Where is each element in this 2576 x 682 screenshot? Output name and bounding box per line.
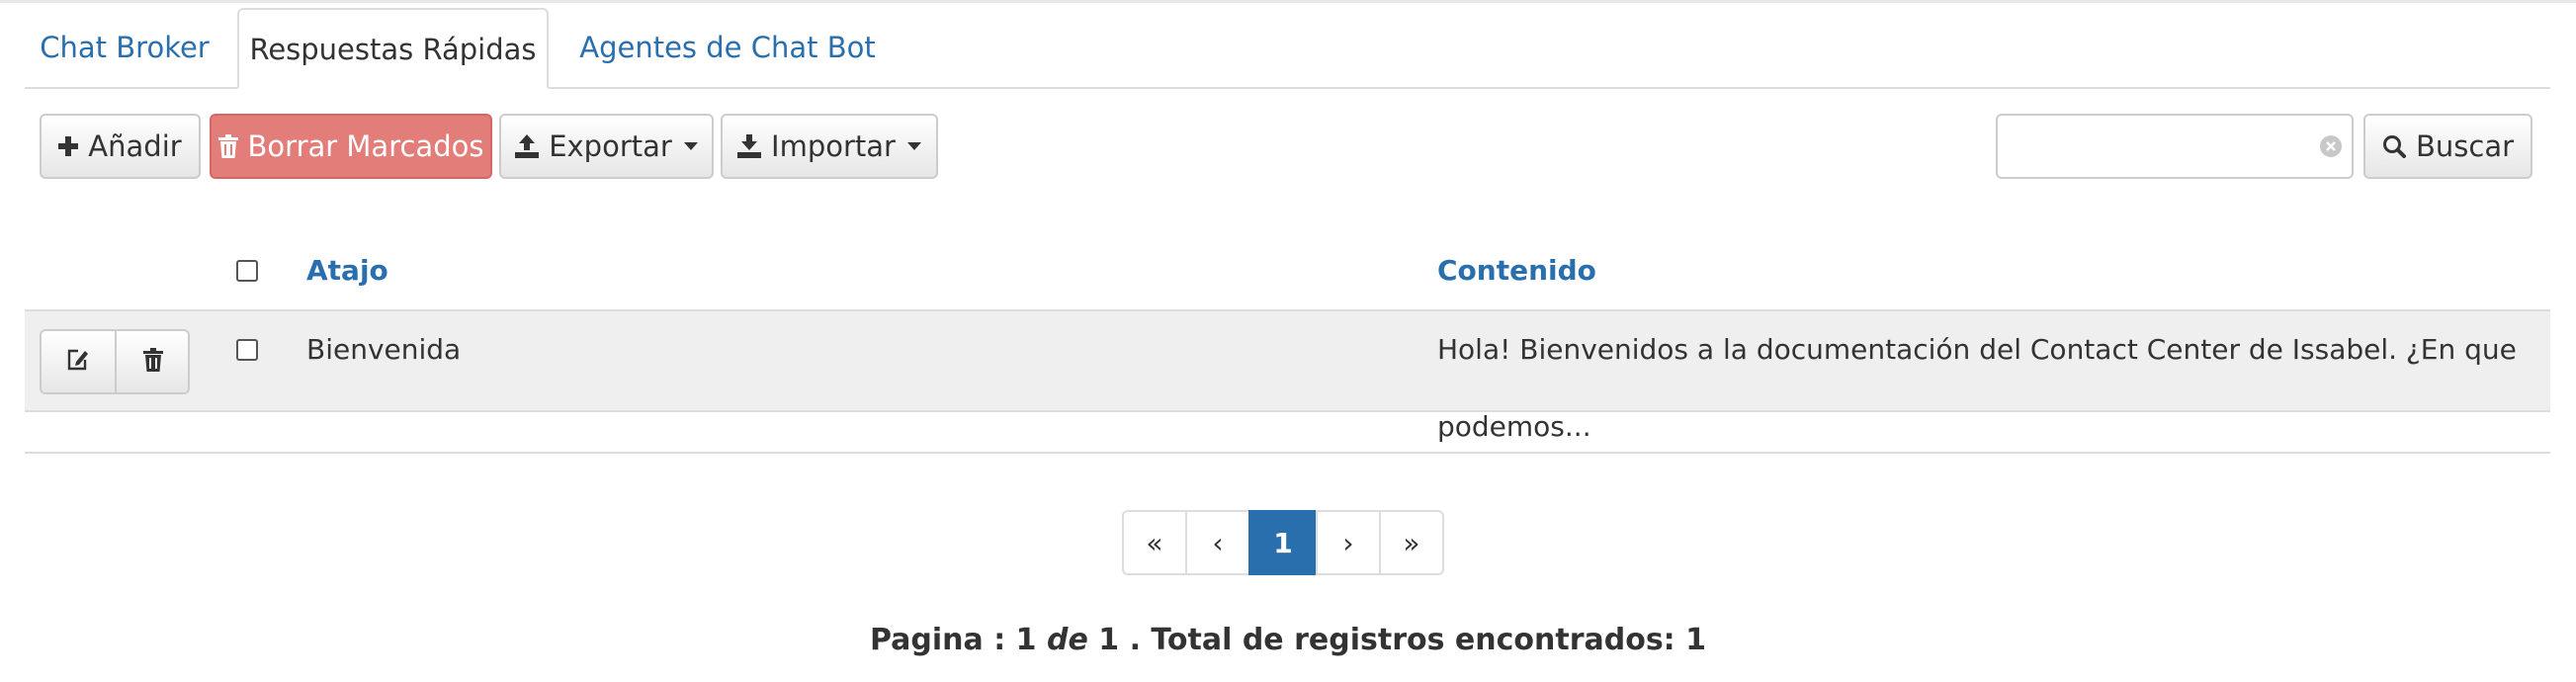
cell-contenido: Hola! Bienvenidos a la documentación del… (1437, 333, 2517, 443)
tab-respuestas-rapidas[interactable]: Respuestas Rápidas (237, 8, 549, 89)
table-header: Atajo Contenido (25, 232, 2550, 312)
trash-icon (143, 348, 163, 376)
row-actions (40, 329, 190, 394)
upload-icon (515, 134, 540, 158)
delete-button-label: Borrar Marcados (247, 129, 484, 163)
tab-chat-broker[interactable]: Chat Broker (25, 8, 224, 87)
import-button-label: Importar (771, 129, 896, 163)
search-box (1996, 114, 2354, 179)
next-page-button[interactable]: › (1316, 510, 1381, 575)
delete-row-button[interactable] (117, 331, 190, 392)
search-button[interactable]: Buscar (2363, 114, 2533, 179)
table-row: Bienvenida Hola! Bienvenidos a la docume… (25, 311, 2550, 443)
add-button[interactable]: Añadir (40, 114, 201, 179)
divider (25, 452, 2550, 454)
pagination: « ‹ 1 › » (1122, 510, 1444, 575)
trash-icon (217, 134, 238, 158)
records-summary: Pagina : 1 de 1 . Total de registros enc… (0, 623, 2576, 657)
add-button-label: Añadir (88, 129, 182, 163)
summary-prefix: Pagina : 1 (869, 623, 1037, 657)
select-all-checkbox[interactable] (236, 260, 258, 282)
plus-icon (58, 136, 79, 156)
clear-search-icon[interactable] (2320, 135, 2342, 157)
tab-agentes-chat-bot[interactable]: Agentes de Chat Bot (560, 8, 895, 87)
row-checkbox[interactable] (236, 339, 258, 361)
export-button[interactable]: Exportar (499, 114, 714, 179)
download-icon (737, 134, 762, 158)
tab-bar: Chat Broker Respuestas Rápidas Agentes d… (25, 8, 2550, 89)
caret-down-icon (906, 142, 921, 150)
delete-marked-button[interactable]: Borrar Marcados (210, 114, 492, 179)
export-button-label: Exportar (549, 129, 672, 163)
caret-down-icon (683, 142, 698, 150)
prev-page-button[interactable]: ‹ (1185, 510, 1250, 575)
edit-button[interactable] (42, 331, 117, 392)
summary-de: de (1046, 623, 1088, 657)
edit-icon (65, 347, 91, 377)
top-border (0, 0, 2576, 3)
search-input[interactable] (2010, 116, 2320, 177)
column-header-contenido[interactable]: Contenido (1437, 232, 1596, 309)
import-button[interactable]: Importar (721, 114, 938, 179)
summary-suffix: 1 . Total de registros encontrados: 1 (1098, 623, 1706, 657)
page-1-button[interactable]: 1 (1248, 510, 1318, 575)
cell-atajo: Bienvenida (306, 333, 462, 366)
last-page-button[interactable]: » (1379, 510, 1444, 575)
search-icon (2382, 134, 2406, 158)
first-page-button[interactable]: « (1122, 510, 1187, 575)
column-header-atajo[interactable]: Atajo (306, 232, 388, 309)
search-button-label: Buscar (2415, 129, 2515, 163)
